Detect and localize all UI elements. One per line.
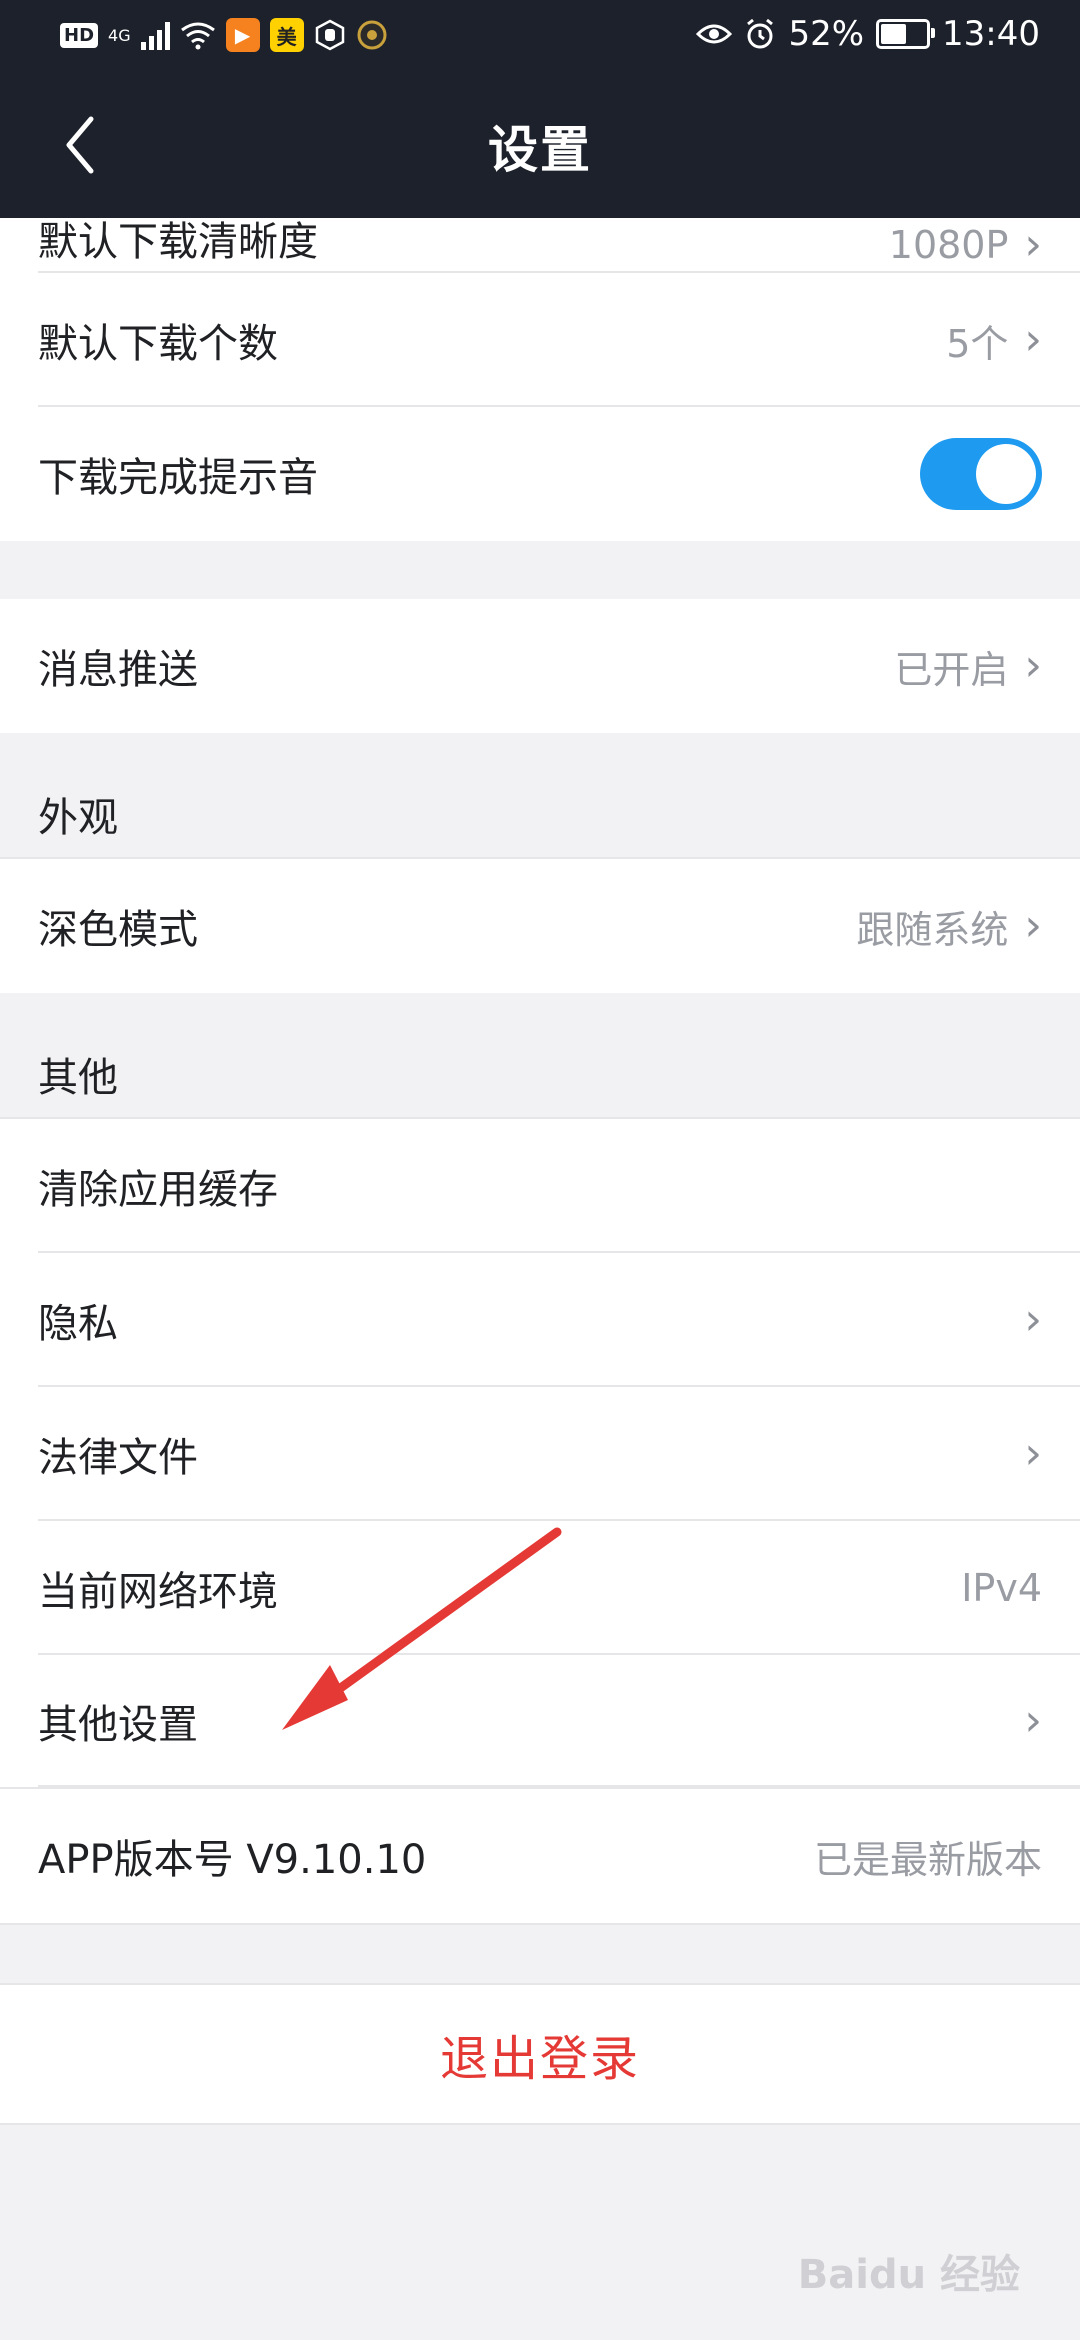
row-label: 消息推送 xyxy=(38,647,198,693)
row-app-version[interactable]: APP版本号 V9.10.10 已是最新版本 xyxy=(0,1789,1080,1923)
row-download-count[interactable]: 默认下载个数 5个 › xyxy=(0,273,1080,407)
row-dark-mode[interactable]: 深色模式 跟随系统 › xyxy=(0,859,1080,993)
network-type: 4G xyxy=(108,25,131,45)
eye-icon xyxy=(696,24,733,44)
chevron-right-icon: › xyxy=(1024,900,1042,951)
settings-list: 默认下载清晰度 1080P › 默认下载个数 5个 › 下载完成提示音 消息推送… xyxy=(0,195,1080,2125)
row-label: 深色模式 xyxy=(38,907,198,953)
status-left: HD 4G ▶ 美 xyxy=(60,18,388,52)
download-sound-toggle[interactable] xyxy=(920,438,1042,510)
row-label: APP版本号 V9.10.10 xyxy=(38,1837,427,1883)
toggle-knob xyxy=(976,444,1036,504)
logout-button[interactable]: 退出登录 xyxy=(0,1983,1080,2125)
row-value: 已是最新版本 xyxy=(813,1837,1042,1882)
battery-icon xyxy=(876,19,936,49)
section-other: 其他 xyxy=(0,993,1080,1119)
alarm-icon xyxy=(747,18,774,49)
section-gap xyxy=(0,1923,1080,1983)
chevron-right-icon: › xyxy=(1024,640,1042,691)
signal-icon xyxy=(140,20,170,50)
row-label: 默认下载个数 xyxy=(38,321,278,367)
row-push[interactable]: 消息推送 已开启 › xyxy=(0,599,1080,733)
row-label: 清除应用缓存 xyxy=(38,1167,278,1213)
meituan-notification-icon: 美 xyxy=(269,18,304,52)
status-bar: HD 4G ▶ 美 52% 13:40 xyxy=(0,0,1080,74)
row-label: 隐私 xyxy=(38,1301,118,1347)
row-value: 1080P xyxy=(888,223,1009,267)
row-download-sound: 下载完成提示音 xyxy=(0,407,1080,541)
clock: 13:40 xyxy=(942,14,1040,54)
app-badge-icon xyxy=(357,20,387,50)
row-value: 5个 xyxy=(946,321,1009,366)
app-header: HD 4G ▶ 美 52% 13:40 设置 xyxy=(0,0,1080,218)
hand-icon xyxy=(315,19,344,51)
row-value: IPv4 xyxy=(961,1566,1042,1610)
row-clear-cache[interactable]: 清除应用缓存 xyxy=(0,1119,1080,1253)
row-other-settings[interactable]: 其他设置 › xyxy=(0,1655,1080,1789)
chevron-right-icon: › xyxy=(1024,1428,1042,1479)
row-network: 当前网络环境 IPv4 xyxy=(0,1521,1080,1655)
row-label: 当前网络环境 xyxy=(38,1569,278,1615)
page-title: 设置 xyxy=(488,121,592,179)
chevron-right-icon: › xyxy=(1024,1294,1042,1345)
section-appearance: 外观 xyxy=(0,733,1080,859)
row-label: 下载完成提示音 xyxy=(38,455,318,501)
status-right: 52% 13:40 xyxy=(696,14,1040,54)
row-label: 法律文件 xyxy=(38,1435,198,1481)
row-legal[interactable]: 法律文件 › xyxy=(0,1387,1080,1521)
row-label: 其他设置 xyxy=(38,1702,198,1748)
chevron-right-icon: › xyxy=(1024,219,1042,270)
row-value: 已开启 xyxy=(894,647,1009,692)
row-value: 跟随系统 xyxy=(856,907,1009,952)
battery-percent: 52% xyxy=(788,14,865,54)
chevron-right-icon: › xyxy=(1024,314,1042,365)
wifi-icon xyxy=(180,22,215,50)
baidu-watermark: Baidu 经验 xyxy=(797,2252,1020,2298)
chevron-right-icon: › xyxy=(1024,1695,1042,1746)
section-gap xyxy=(0,541,1080,599)
hd-indicator: HD xyxy=(60,22,99,48)
row-privacy[interactable]: 隐私 › xyxy=(0,1253,1080,1387)
app-notification-icon: ▶ xyxy=(225,18,260,52)
